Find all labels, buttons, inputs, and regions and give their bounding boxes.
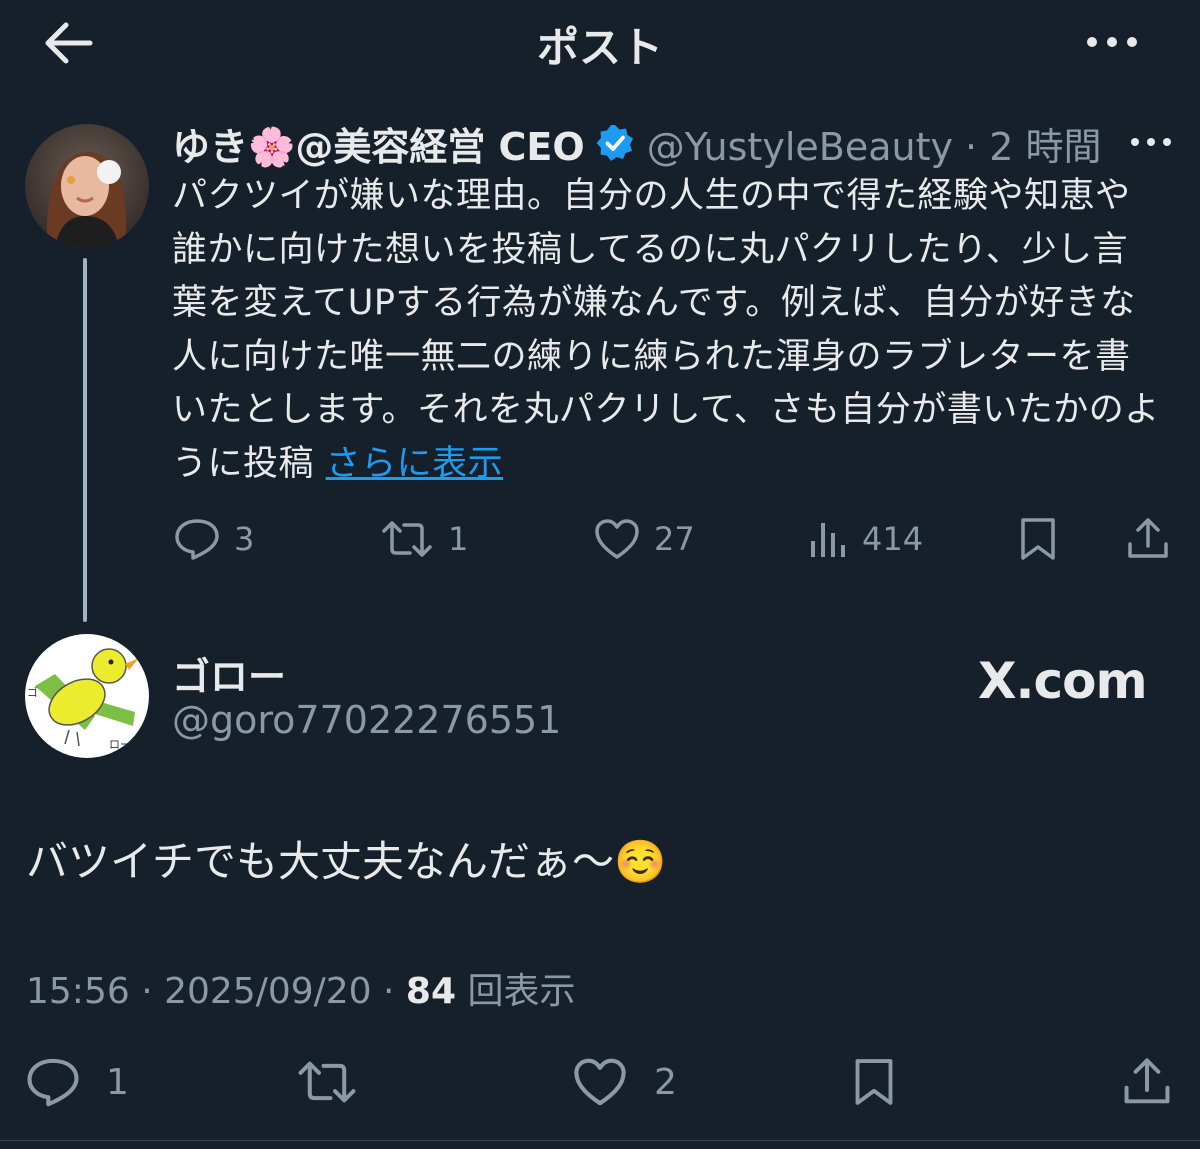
heart-icon <box>574 1058 626 1106</box>
analytics-icon <box>811 523 845 557</box>
more-button[interactable] <box>1084 22 1140 62</box>
reply-author-avatar[interactable]: ゴ ロー <box>25 634 149 758</box>
view-label: 回表示 <box>467 971 576 1012</box>
bookmark-icon <box>1021 518 1055 560</box>
reply-count: 1 <box>106 1061 129 1103</box>
quoted-post-body: パクツイが嫌いな理由。自分の人生の中で得た経験や知恵や誰かに向けた想いを投稿して… <box>172 176 1160 484</box>
quoted-author-handle-time[interactable]: @YustyleBeauty · 2 時間 <box>647 116 1102 171</box>
quoted-reply-button[interactable]: 3 <box>174 512 254 566</box>
quoted-like-count: 27 <box>654 520 695 558</box>
repost-icon <box>298 1061 356 1103</box>
repost-icon <box>382 521 432 557</box>
reply-author-name[interactable]: ゴロー <box>172 646 286 701</box>
avatar-image <box>25 124 149 248</box>
quoted-reply-count: 3 <box>234 520 255 558</box>
repost-button[interactable] <box>296 1052 358 1112</box>
reply-icon <box>175 519 219 560</box>
xcom-watermark: X.com <box>978 652 1148 710</box>
quoted-author-avatar[interactable] <box>25 124 149 248</box>
more-horizontal-icon <box>1131 138 1171 146</box>
reply-button[interactable]: 1 <box>26 1052 129 1112</box>
quoted-bookmark-button[interactable] <box>1018 512 1058 566</box>
like-button[interactable]: 2 <box>572 1052 677 1112</box>
quoted-author-row[interactable]: ゆき🌸@美容経営 CEO @YustyleBeauty · 2 時間 <box>172 116 1102 171</box>
post-timestamp: 15:56 · 2025/09/20 · <box>26 971 406 1012</box>
quoted-repost-count: 1 <box>448 520 469 558</box>
bookmark-icon <box>855 1059 893 1105</box>
share-icon <box>1124 1058 1170 1104</box>
quoted-repost-button[interactable]: 1 <box>380 512 468 566</box>
avatar-image: ゴ ロー <box>25 634 149 758</box>
svg-text:ゴ: ゴ <box>27 685 38 699</box>
like-count: 2 <box>654 1061 677 1103</box>
verified-badge-icon <box>596 125 633 161</box>
view-count: 84 <box>405 971 457 1012</box>
quoted-author-name[interactable]: ゆき🌸@美容経営 CEO <box>172 116 585 171</box>
bookmark-button[interactable] <box>852 1052 896 1112</box>
divider <box>0 1140 1200 1141</box>
show-more-link[interactable]: さらに表示 <box>326 444 504 484</box>
post-meta: 15:56 · 2025/09/20 · 84 回表示 <box>26 962 575 1014</box>
quoted-post-text: パクツイが嫌いな理由。自分の人生の中で得た経験や知恵や誰かに向けた想いを投稿して… <box>172 170 1162 491</box>
quoted-more-button[interactable] <box>1128 128 1174 156</box>
more-horizontal-icon <box>1087 37 1137 47</box>
share-button[interactable] <box>1122 1052 1172 1112</box>
thread-line <box>83 258 87 622</box>
svg-text:ロー: ロー <box>109 738 131 751</box>
share-icon <box>1128 518 1168 558</box>
quoted-views-button[interactable]: 414 <box>808 512 923 566</box>
quoted-view-count: 414 <box>862 520 924 558</box>
quoted-share-button[interactable] <box>1126 512 1170 566</box>
reply-post-text: バツイチでも大丈夫なんだぁ〜☺️ <box>26 837 667 886</box>
reply-icon <box>27 1058 79 1107</box>
page-title: ポスト <box>536 23 663 72</box>
quoted-like-button[interactable]: 27 <box>594 512 695 566</box>
heart-icon <box>595 519 639 559</box>
reply-author-handle[interactable]: @goro77022276551 <box>172 698 561 742</box>
